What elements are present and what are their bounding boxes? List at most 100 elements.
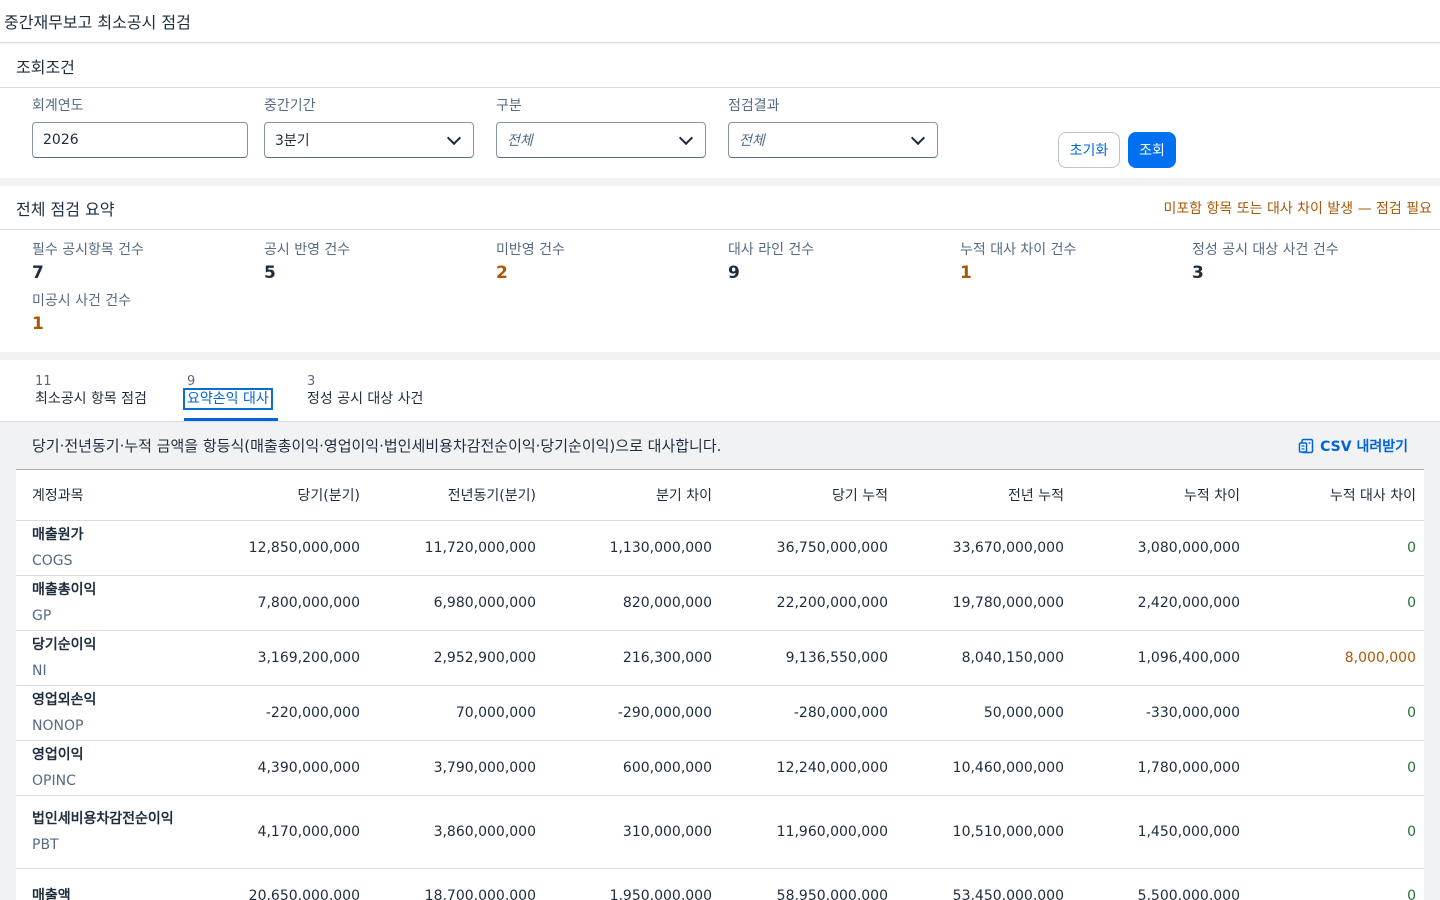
tab-income-reconciliation[interactable]: 9 요약손익 대사 xyxy=(183,374,273,410)
column-header[interactable]: 전년동기(분기) xyxy=(368,470,544,521)
summary-panel: 전체 점검 요약 미포함 항목 또는 대사 차이 발생 — 점검 필요 필수 공… xyxy=(0,186,1440,352)
category-field: 구분 전체 xyxy=(496,96,706,158)
table-row[interactable]: 영업이익 OPINC 4,390,000,000 3,790,000,000 600,0… xyxy=(16,740,1424,796)
table-row[interactable]: 매출액 20,650,000,000 18,700,000,000 1,950,000… xyxy=(16,868,1424,900)
tab-label: 요약손익 대사 xyxy=(183,388,273,410)
interim-period-value: 3분기 xyxy=(275,133,310,149)
amount-cell: -220,000,000 xyxy=(192,685,368,741)
amount-cell: 70,000,000 xyxy=(368,685,544,741)
amount-cell: 10,460,000,000 xyxy=(896,740,1072,796)
amount-cell: 3,860,000,000 xyxy=(368,795,544,869)
kpi-required-items: 필수 공시항목 건수 7 xyxy=(32,240,252,286)
amount-cell: -290,000,000 xyxy=(544,685,720,741)
chevron-down-icon xyxy=(446,130,462,145)
amount-cell: 12,240,000,000 xyxy=(720,740,896,796)
amount-cell: 58,950,000,000 xyxy=(720,868,896,900)
amount-cell: 19,780,000,000 xyxy=(896,575,1072,631)
tab-qualitative-events[interactable]: 3 정성 공시 대상 사건 xyxy=(307,374,423,408)
active-tab-indicator xyxy=(184,418,278,421)
fiscal-year-label: 회계연도 xyxy=(32,98,84,114)
column-header[interactable]: 분기 차이 xyxy=(544,470,720,521)
account-name: 매출액 xyxy=(32,887,71,900)
account-name: 매출원가 xyxy=(32,526,84,543)
filter-body: 회계연도 2026 중간기간 3분기 구분 전체 점검결과 전체 초기화 조회 xyxy=(0,88,1440,178)
table-row[interactable]: 영업외손익 NONOP -220,000,000 70,000,000 -290,000… xyxy=(16,685,1424,741)
kpi-label: 공시 반영 건수 xyxy=(264,242,351,258)
amount-cell: 7,800,000,000 xyxy=(192,575,368,631)
amount-cell: 1,950,000,000 xyxy=(544,868,720,900)
amount-cell: 22,200,000,000 xyxy=(720,575,896,631)
fiscal-year-field: 회계연도 2026 xyxy=(32,96,248,158)
tab-minimum-disclosure[interactable]: 11 최소공시 항목 점검 xyxy=(35,374,147,408)
reconciliation-diff-cell: 8,000,000 xyxy=(1248,630,1424,686)
table-row[interactable]: 법인세비용차감전순이익 PBT 4,170,000,000 3,860,000,000… xyxy=(16,795,1424,869)
column-header[interactable]: 누적 대사 차이 xyxy=(1248,470,1424,521)
amount-cell: 3,790,000,000 xyxy=(368,740,544,796)
column-header[interactable]: 전년 누적 xyxy=(896,470,1072,521)
reconciliation-table: 계정과목 당기(분기) 전년동기(분기) 분기 차이 당기 누적 전년 누적 누… xyxy=(16,470,1424,900)
column-header[interactable]: 계정과목 xyxy=(16,470,192,521)
amount-cell: 1,780,000,000 xyxy=(1072,740,1248,796)
account-cell: 당기순이익 NI xyxy=(16,630,192,686)
summary-panel-header: 전체 점검 요약 미포함 항목 또는 대사 차이 발생 — 점검 필요 xyxy=(0,186,1440,230)
summary-grid: 필수 공시항목 건수 7 공시 반영 건수 5 미반영 건수 2 대사 라인 건… xyxy=(0,230,1440,352)
column-header[interactable]: 당기 누적 xyxy=(720,470,896,521)
summary-title: 전체 점검 요약 xyxy=(16,199,115,219)
category-label: 구분 xyxy=(496,98,522,114)
filter-panel-title: 조회조건 xyxy=(16,57,75,77)
account-name: 법인세비용차감전순이익 xyxy=(32,810,174,827)
kpi-cumulative-diff: 누적 대사 차이 건수 1 xyxy=(960,240,1180,286)
kpi-label: 미반영 건수 xyxy=(496,242,565,258)
amount-cell: 11,720,000,000 xyxy=(368,520,544,576)
search-button[interactable]: 조회 xyxy=(1128,132,1176,168)
table-description: 당기·전년동기·누적 금액을 항등식(매출총이익·영업이익·법인세비용차감전순이… xyxy=(32,437,722,455)
table-row[interactable]: 매출원가 COGS 12,850,000,000 11,720,000,000 1,13… xyxy=(16,520,1424,576)
reconciliation-diff-cell: 0 xyxy=(1248,520,1424,576)
tab-count: 9 xyxy=(187,374,196,389)
spreadsheet-icon xyxy=(1298,438,1314,453)
amount-cell: 2,420,000,000 xyxy=(1072,575,1248,631)
tab-count: 3 xyxy=(307,374,316,389)
reconciliation-diff-cell: 0 xyxy=(1248,575,1424,631)
amount-cell: 4,170,000,000 xyxy=(192,795,368,869)
fiscal-year-input[interactable]: 2026 xyxy=(32,122,248,158)
account-cell: 매출액 xyxy=(16,868,192,900)
kpi-value: 1 xyxy=(960,263,972,283)
csv-download-button[interactable]: CSV 내려받기 xyxy=(1298,436,1408,456)
kpi-value: 9 xyxy=(728,263,740,283)
account-cell: 영업이익 OPINC xyxy=(16,740,192,796)
amount-cell: 8,040,150,000 xyxy=(896,630,1072,686)
result-field: 점검결과 전체 xyxy=(728,96,938,158)
table-body: 매출원가 COGS 12,850,000,000 11,720,000,000 1,13… xyxy=(16,520,1424,900)
amount-cell: -330,000,000 xyxy=(1072,685,1248,741)
category-select[interactable]: 전체 xyxy=(496,122,706,158)
account-code: PBT xyxy=(32,836,59,853)
kpi-undisclosed-events: 미공시 사건 건수 1 xyxy=(32,291,252,337)
reconciliation-diff-cell: 0 xyxy=(1248,795,1424,869)
reset-button[interactable]: 초기화 xyxy=(1058,132,1120,168)
amount-cell: 11,960,000,000 xyxy=(720,795,896,869)
content-area: 당기·전년동기·누적 금액을 항등식(매출총이익·영업이익·법인세비용차감전순이… xyxy=(0,422,1440,900)
account-name: 당기순이익 xyxy=(32,636,97,653)
amount-cell: 6,980,000,000 xyxy=(368,575,544,631)
amount-cell: 820,000,000 xyxy=(544,575,720,631)
amount-cell: 18,700,000,000 xyxy=(368,868,544,900)
table-header-row: 계정과목 당기(분기) 전년동기(분기) 분기 차이 당기 누적 전년 누적 누… xyxy=(16,470,1424,521)
account-code: OPINC xyxy=(32,772,76,789)
table-row[interactable]: 매출총이익 GP 7,800,000,000 6,980,000,000 820,000… xyxy=(16,575,1424,631)
result-select[interactable]: 전체 xyxy=(728,122,938,158)
kpi-label: 정성 공시 대상 사건 건수 xyxy=(1192,242,1339,258)
interim-period-select[interactable]: 3분기 xyxy=(264,122,474,158)
csv-download-label: CSV 내려받기 xyxy=(1320,438,1408,455)
amount-cell: 33,670,000,000 xyxy=(896,520,1072,576)
kpi-label: 필수 공시항목 건수 xyxy=(32,242,144,258)
kpi-qualitative-events: 정성 공시 대상 사건 건수 3 xyxy=(1192,240,1412,286)
column-header[interactable]: 누적 차이 xyxy=(1072,470,1248,521)
column-header[interactable]: 당기(분기) xyxy=(192,470,368,521)
kpi-value: 3 xyxy=(1192,263,1204,283)
table-row[interactable]: 당기순이익 NI 3,169,200,000 2,952,900,000 216,300… xyxy=(16,630,1424,686)
amount-cell: 600,000,000 xyxy=(544,740,720,796)
kpi-value: 2 xyxy=(496,263,508,283)
account-name: 영업이익 xyxy=(32,746,84,763)
kpi-value: 5 xyxy=(264,263,276,283)
